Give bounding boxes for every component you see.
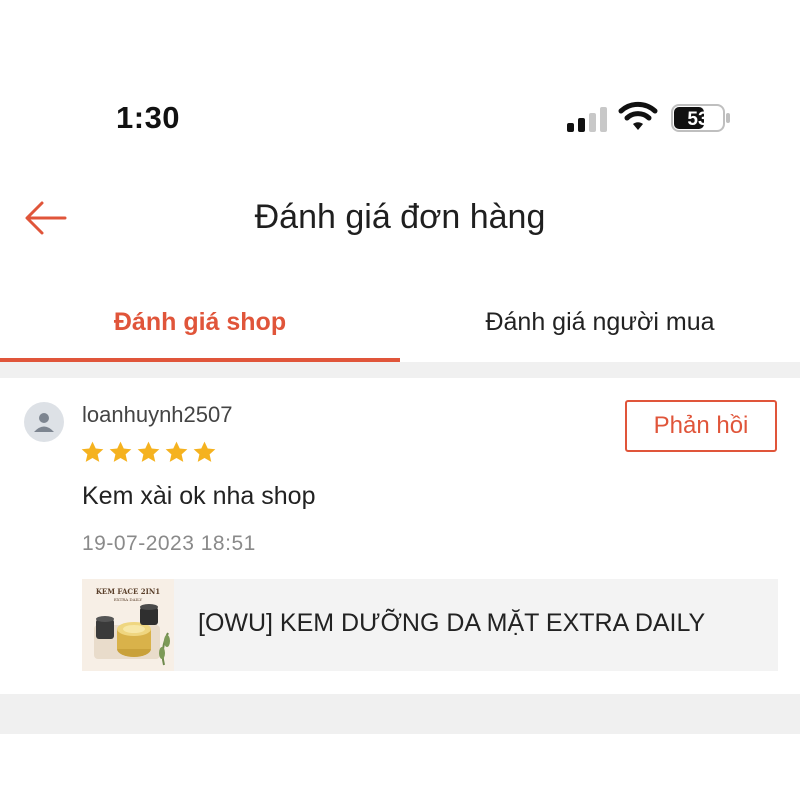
star-icon [165, 441, 188, 462]
status-time: 1:30 [116, 100, 181, 135]
divider [0, 694, 800, 734]
product-jars-image [94, 604, 170, 666]
star-rating [80, 440, 217, 466]
review-date: 19-07-2023 18:51 [82, 532, 256, 555]
header: Đánh giá đơn hàng [0, 180, 800, 260]
reviewer-username: loanhuynh2507 [82, 402, 233, 427]
tab-bar: Đánh giá shop Đánh giá người mua [0, 282, 800, 362]
divider [0, 362, 800, 378]
product-name: [OWU] KEM DƯỠNG DA MẶT EXTRA DAILY [198, 609, 706, 637]
status-bar: 1:30 53 [0, 0, 800, 160]
wifi-icon [618, 101, 658, 130]
tab-shop-reviews[interactable]: Đánh giá shop [0, 282, 400, 362]
signal-icon [567, 106, 609, 132]
star-icon [137, 441, 160, 462]
star-icon [193, 441, 216, 462]
review-item: loanhuynh2507 Kem xài ok nha shop 19-07-… [0, 378, 800, 694]
star-icon [81, 441, 104, 462]
user-icon [34, 413, 54, 432]
battery-level: 53 [687, 109, 708, 130]
product-thumbnail: KEM FACE 2IN1 EXTRA DAILY [82, 579, 174, 671]
page-title: Đánh giá đơn hàng [254, 198, 546, 236]
tab-buyer-reviews[interactable]: Đánh giá người mua [400, 282, 800, 362]
battery-icon: 53 [671, 104, 730, 132]
product-card[interactable]: KEM FACE 2IN1 EXTRA DAILY [OWU] KEM DƯỠN… [82, 579, 778, 671]
review-comment: Kem xài ok nha shop [82, 482, 316, 510]
avatar [24, 402, 64, 442]
star-icon [109, 441, 132, 462]
reply-button[interactable]: Phản hồi [625, 400, 777, 452]
